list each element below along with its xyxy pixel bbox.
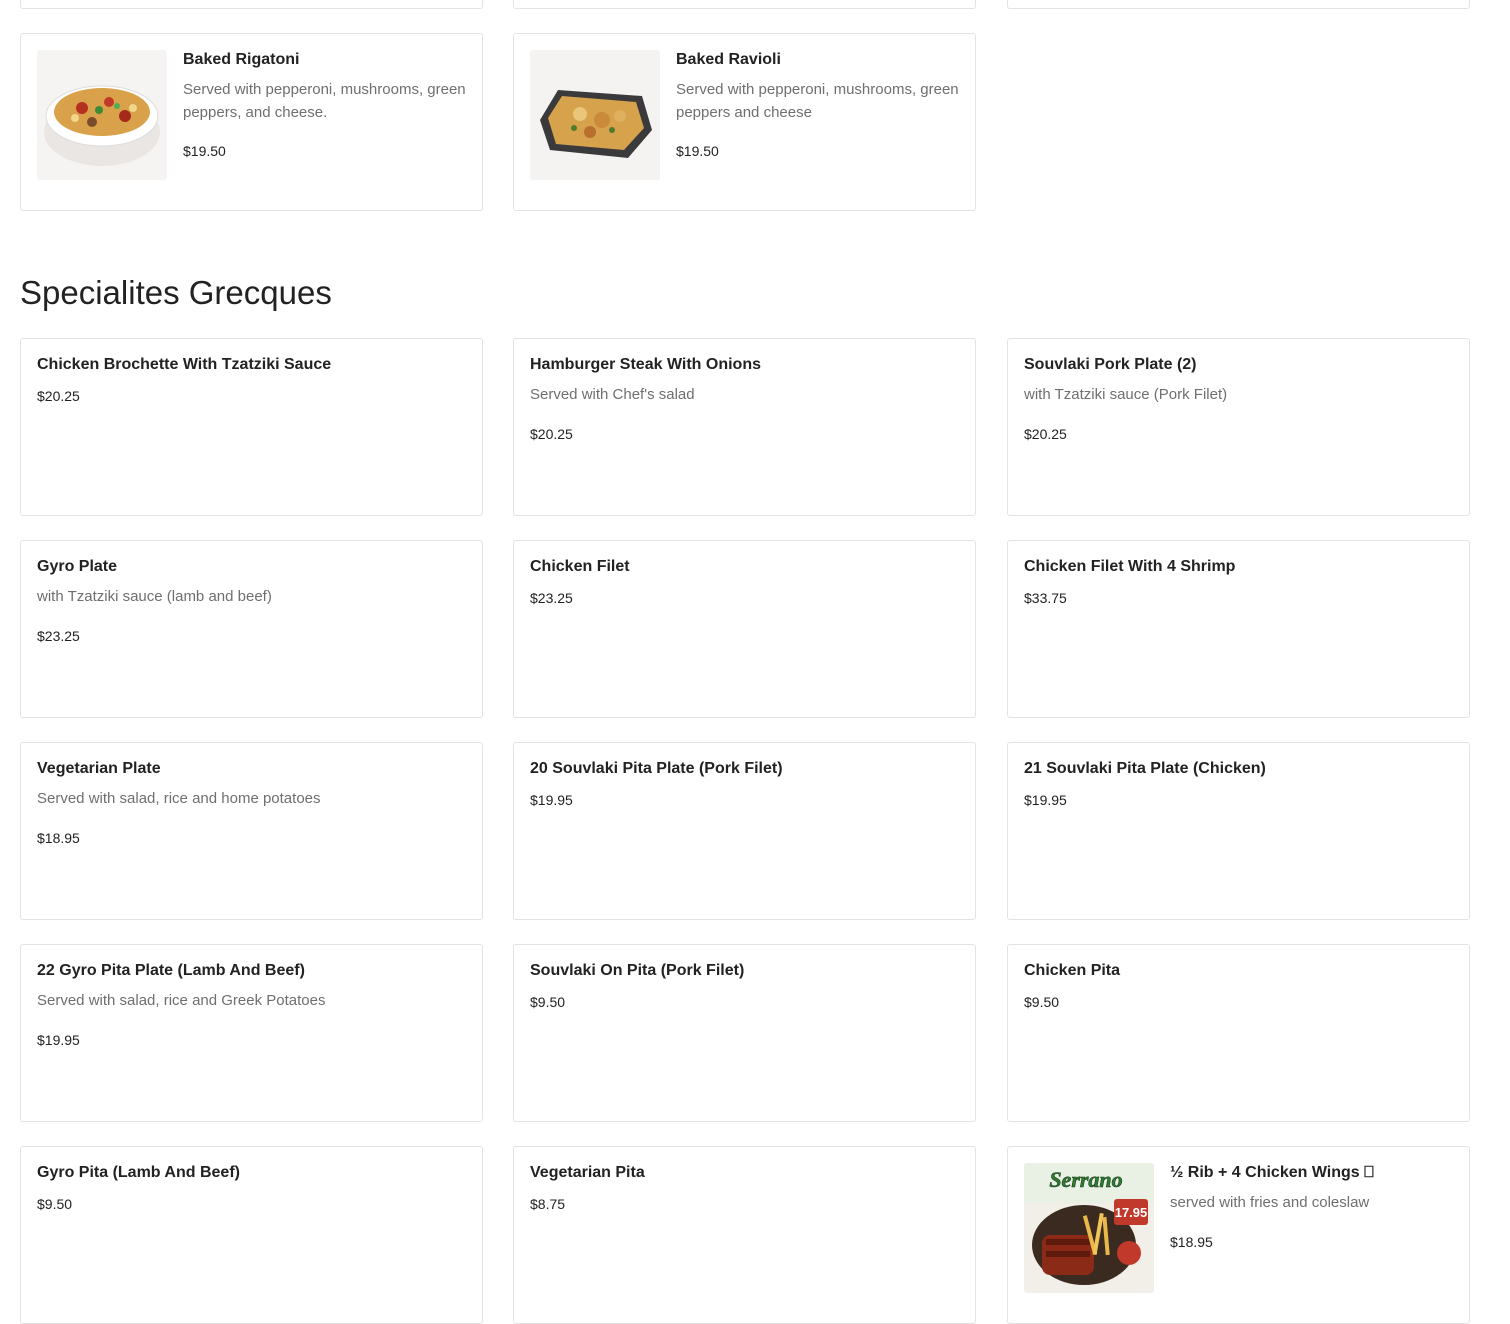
- menu-item-card[interactable]: Chicken Filet $23.25: [513, 540, 976, 718]
- item-name: Gyro Pita (Lamb And Beef): [37, 1164, 240, 1181]
- menu-item-card[interactable]: Chicken Pita $9.50: [1007, 944, 1470, 1122]
- item-name: Vegetarian Plate: [37, 760, 161, 777]
- baked-rigatoni-photo: [37, 50, 167, 180]
- item-name: Chicken Filet With 4 Shrimp: [1024, 558, 1236, 575]
- item-description: Served with salad, rice and home potatoe…: [37, 790, 321, 807]
- item-price: $20.25: [1024, 426, 1067, 442]
- menu-item-card[interactable]: Baked Ravioli Served with pepperoni, mus…: [513, 33, 976, 211]
- item-price: $18.95: [37, 830, 80, 846]
- menu-card-partial[interactable]: [1007, 0, 1470, 9]
- section-title: Specialites Grecques: [20, 274, 332, 311]
- svg-text:17.95: 17.95: [1115, 1205, 1148, 1220]
- item-description: Served with pepperoni, mushrooms, green …: [183, 81, 466, 121]
- item-name: 20 Souvlaki Pita Plate (Pork Filet): [530, 760, 783, 777]
- item-description: with Tzatziki sauce (Pork Filet): [1024, 386, 1228, 403]
- menu-item-card[interactable]: Baked Rigatoni Served with pepperoni, mu…: [20, 33, 483, 211]
- item-price: $19.50: [183, 143, 226, 159]
- item-name: Baked Rigatoni: [183, 51, 300, 68]
- item-name: 22 Gyro Pita Plate (Lamb And Beef): [37, 962, 305, 979]
- item-price: $19.50: [676, 143, 719, 159]
- menu-item-card[interactable]: Vegetarian Pita $8.75: [513, 1146, 976, 1324]
- item-price: $20.25: [37, 388, 80, 404]
- item-price: $18.95: [1170, 1234, 1213, 1250]
- menu-item-card[interactable]: Chicken Filet With 4 Shrimp $33.75: [1007, 540, 1470, 718]
- item-name: 21 Souvlaki Pita Plate (Chicken): [1024, 760, 1266, 777]
- item-price: $23.25: [37, 628, 80, 644]
- item-name: Gyro Plate: [37, 558, 118, 575]
- item-name: Vegetarian Pita: [530, 1164, 645, 1181]
- item-price: $19.95: [1024, 792, 1067, 808]
- menu-item-card[interactable]: Vegetarian Plate Served with salad, rice…: [20, 742, 483, 920]
- item-name: Baked Ravioli: [676, 51, 781, 68]
- svg-text:Serrano: Serrano: [1049, 1167, 1122, 1192]
- menu-item-card[interactable]: Souvlaki On Pita (Pork Filet) $9.50: [513, 944, 976, 1122]
- item-price: $20.25: [530, 426, 573, 442]
- item-price: $8.75: [530, 1196, 566, 1212]
- item-name: Chicken Pita: [1024, 962, 1121, 979]
- item-name: Souvlaki Pork Plate (2): [1024, 356, 1197, 373]
- item-description: served with fries and coleslaw: [1170, 1194, 1370, 1211]
- item-name: Chicken Brochette With Tzatziki Sauce: [37, 356, 332, 373]
- menu-item-card[interactable]: Souvlaki Pork Plate (2) with Tzatziki sa…: [1007, 338, 1470, 516]
- baked-ravioli-photo: [530, 50, 660, 180]
- menu-card-partial[interactable]: [513, 0, 976, 9]
- item-price: $9.50: [1024, 994, 1060, 1010]
- item-price: $19.95: [37, 1032, 80, 1048]
- item-name: Hamburger Steak With Onions: [530, 356, 761, 373]
- menu-item-card[interactable]: 17.95 Serrano ½ Rib + 4 Chicken Wings ⎕ …: [1007, 1146, 1470, 1324]
- rib-wings-promo-photo: 17.95 Serrano: [1024, 1163, 1154, 1293]
- item-price: $9.50: [37, 1196, 73, 1212]
- menu-item-card[interactable]: 21 Souvlaki Pita Plate (Chicken) $19.95: [1007, 742, 1470, 920]
- item-price: $19.95: [530, 792, 573, 808]
- menu-item-card[interactable]: Chicken Brochette With Tzatziki Sauce $2…: [20, 338, 483, 516]
- item-description: Served with salad, rice and Greek Potato…: [37, 992, 326, 1009]
- item-description: with Tzatziki sauce (lamb and beef): [37, 588, 272, 605]
- item-price: $23.25: [530, 590, 573, 606]
- item-name: Chicken Filet: [530, 558, 630, 575]
- menu-item-card[interactable]: Gyro Plate with Tzatziki sauce (lamb and…: [20, 540, 483, 718]
- item-name: ½ Rib + 4 Chicken Wings ⎕: [1170, 1164, 1374, 1181]
- item-price: $33.75: [1024, 590, 1067, 606]
- item-description: Served with pepperoni, mushrooms, green …: [676, 81, 959, 121]
- menu-item-card[interactable]: Hamburger Steak With Onions Served with …: [513, 338, 976, 516]
- item-name: Souvlaki On Pita (Pork Filet): [530, 962, 745, 979]
- item-price: $9.50: [530, 994, 566, 1010]
- menu-item-card[interactable]: Gyro Pita (Lamb And Beef) $9.50: [20, 1146, 483, 1324]
- item-description: Served with Chef's salad: [530, 386, 695, 403]
- menu-card-partial[interactable]: [20, 0, 483, 9]
- menu-item-card[interactable]: 22 Gyro Pita Plate (Lamb And Beef) Serve…: [20, 944, 483, 1122]
- menu-item-card[interactable]: 20 Souvlaki Pita Plate (Pork Filet) $19.…: [513, 742, 976, 920]
